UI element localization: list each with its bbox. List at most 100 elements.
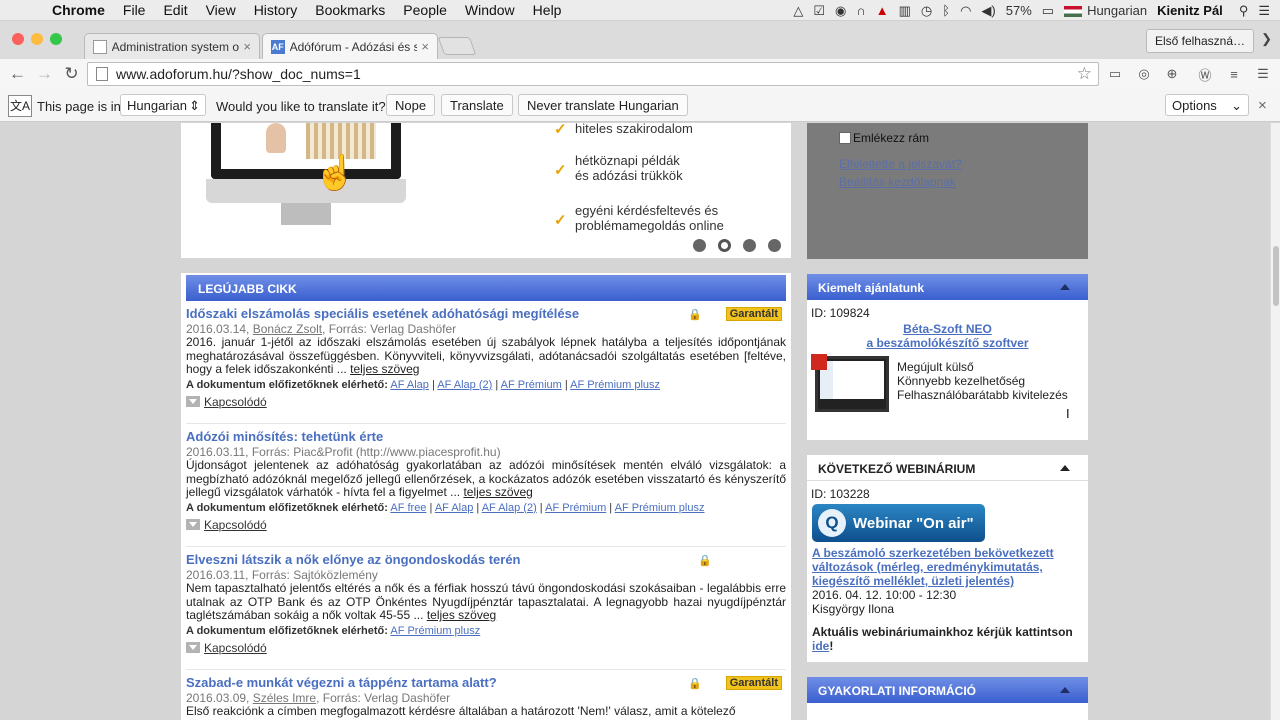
translate-button[interactable]: Translate bbox=[441, 94, 513, 116]
menu-app[interactable]: Chrome bbox=[52, 2, 105, 18]
product-promo[interactable]: Megújult külső Könnyebb kezelhetőség Fel… bbox=[807, 350, 1088, 420]
input-language[interactable]: Hungarian bbox=[1064, 3, 1147, 18]
carousel-dot-active[interactable] bbox=[718, 239, 731, 252]
extension-w-icon[interactable]: Ⓦ bbox=[1195, 64, 1215, 84]
promo-banner[interactable]: ☝ ✓ hiteles szakirodalom ✓ hétköznapi pé… bbox=[181, 123, 791, 258]
plan-link[interactable]: AF Prémium bbox=[545, 502, 606, 514]
page-scrollbar[interactable] bbox=[1270, 123, 1280, 720]
menu-file[interactable]: File bbox=[123, 2, 146, 18]
remember-checkbox[interactable] bbox=[839, 132, 851, 144]
close-translate-icon[interactable]: × bbox=[1258, 97, 1267, 114]
scrollbar-thumb[interactable] bbox=[1273, 246, 1279, 306]
volume-icon[interactable]: ◀) bbox=[981, 3, 995, 19]
featured-offer-box: Kiemelt ajánlatunk ID: 109824 Béta-Szoft… bbox=[807, 274, 1088, 440]
tab-adoforum[interactable]: AF Adófórum - Adózási és szá × bbox=[262, 33, 438, 59]
product-feature: Megújult külső bbox=[897, 360, 974, 374]
close-window-button[interactable] bbox=[12, 33, 24, 45]
plan-link[interactable]: AF Alap (2) bbox=[437, 379, 492, 391]
collapse-icon[interactable] bbox=[1060, 687, 1070, 693]
collapse-icon[interactable] bbox=[1060, 465, 1070, 471]
options-select[interactable]: Options ⌄ bbox=[1165, 94, 1249, 116]
headphones-icon[interactable]: ∩ bbox=[856, 3, 865, 18]
reload-button[interactable]: ↻ bbox=[58, 64, 85, 84]
wifi-icon[interactable]: ◠ bbox=[960, 3, 971, 19]
never-translate-button[interactable]: Never translate Hungarian bbox=[518, 94, 688, 116]
battery-stats-icon[interactable]: ▥ bbox=[899, 3, 911, 19]
remember-me[interactable]: Emlékezz rám bbox=[839, 131, 929, 145]
related-toggle[interactable]: Kapcsolódó bbox=[186, 641, 786, 655]
warning-icon[interactable]: ▲ bbox=[876, 3, 889, 18]
timemachine-icon[interactable]: ◷ bbox=[921, 3, 932, 19]
nope-button[interactable]: Nope bbox=[386, 94, 436, 116]
bluetooth-icon[interactable]: ᛒ bbox=[942, 3, 950, 18]
battery-icon[interactable]: ▭ bbox=[1042, 3, 1054, 19]
profile-button[interactable]: Első felhaszná… bbox=[1145, 29, 1254, 53]
related-toggle[interactable]: Kapcsolódó bbox=[186, 518, 786, 532]
plan-link[interactable]: AF Alap bbox=[435, 502, 474, 514]
forward-button[interactable]: → bbox=[31, 64, 58, 84]
extension-blank-icon[interactable]: ▭ bbox=[1105, 64, 1125, 84]
drive-icon[interactable]: △ bbox=[793, 3, 803, 19]
featured-link-product[interactable]: Béta-Szoft NEO bbox=[807, 322, 1088, 336]
language-select[interactable]: Hungarian ⇕ bbox=[120, 94, 206, 116]
webinar-title-link[interactable]: A beszámoló szerkezetében bekövetkezett … bbox=[807, 542, 1088, 588]
forgot-password-link[interactable]: Elfelejtette a jelszavát? bbox=[839, 157, 962, 171]
webinar-header[interactable]: KÖVETKEZŐ WEBINÁRIUM bbox=[807, 455, 1088, 481]
menu-help[interactable]: Help bbox=[533, 2, 562, 18]
plan-link[interactable]: AF free bbox=[390, 502, 426, 514]
set-homepage-link[interactable]: Beállítás kezdőlapnak bbox=[839, 175, 956, 189]
close-tab-icon[interactable]: × bbox=[421, 39, 429, 54]
plan-link[interactable]: AF Prémium bbox=[501, 379, 562, 391]
extension-layers-icon[interactable]: ≡ bbox=[1224, 64, 1244, 84]
menu-view[interactable]: View bbox=[206, 2, 236, 18]
bookmark-star-icon[interactable]: ☆ bbox=[1077, 64, 1092, 84]
plan-link[interactable]: AF Prémium plusz bbox=[615, 502, 705, 514]
article-author[interactable]: Bonácz Zsolt bbox=[253, 322, 322, 336]
plan-link[interactable]: AF Alap (2) bbox=[482, 502, 537, 514]
menu-window[interactable]: Window bbox=[465, 2, 515, 18]
webinar-here-link[interactable]: ide bbox=[812, 639, 829, 653]
article-title[interactable]: Adózói minősítés: tehetünk érte bbox=[186, 429, 786, 444]
article-author[interactable]: Széles Imre bbox=[253, 691, 316, 705]
menu-history[interactable]: History bbox=[254, 2, 298, 18]
plan-link[interactable]: AF Alap bbox=[390, 379, 429, 391]
carousel-dot[interactable] bbox=[768, 239, 781, 252]
availability: A dokumentum előfizetőknek elérhető: AF … bbox=[186, 625, 786, 637]
collapse-icon[interactable] bbox=[1060, 284, 1070, 290]
spotlight-search-icon[interactable]: ⚲ bbox=[1239, 3, 1249, 19]
featured-header[interactable]: Kiemelt ajánlatunk bbox=[807, 274, 1088, 300]
address-bar[interactable]: www.adoforum.hu/?show_doc_nums=1 ☆ bbox=[87, 62, 1099, 86]
back-button[interactable]: ← bbox=[4, 64, 31, 84]
full-text-link[interactable]: teljes szöveg bbox=[350, 362, 419, 376]
user-name[interactable]: Kienitz Pál bbox=[1157, 3, 1223, 18]
minimize-window-button[interactable] bbox=[31, 33, 43, 45]
carousel-dot[interactable] bbox=[693, 239, 706, 252]
extension-target-icon[interactable]: ◎ bbox=[1134, 64, 1154, 84]
chevron-right-icon[interactable]: ❯ bbox=[1261, 31, 1272, 47]
carousel-dot[interactable] bbox=[743, 239, 756, 252]
full-text-link[interactable]: teljes szöveg bbox=[427, 608, 496, 622]
extension-wordpress-icon[interactable]: ⊕ bbox=[1162, 64, 1182, 84]
menu-bookmarks[interactable]: Bookmarks bbox=[315, 2, 385, 18]
window-controls bbox=[12, 33, 62, 45]
close-tab-icon[interactable]: × bbox=[243, 39, 251, 54]
chrome-menu-icon[interactable]: ☰ bbox=[1253, 64, 1273, 84]
plan-link[interactable]: AF Prémium plusz bbox=[390, 625, 480, 637]
address-text[interactable]: www.adoforum.hu/?show_doc_nums=1 bbox=[116, 66, 361, 82]
menu-edit[interactable]: Edit bbox=[163, 2, 187, 18]
related-toggle[interactable]: Kapcsolódó bbox=[186, 395, 786, 409]
featured-link-desc[interactable]: a beszámolókészítő szoftver bbox=[807, 336, 1088, 350]
new-tab-button[interactable] bbox=[437, 37, 477, 55]
plan-link[interactable]: AF Prémium plusz bbox=[570, 379, 660, 391]
zoom-window-button[interactable] bbox=[50, 33, 62, 45]
record-icon[interactable]: ◉ bbox=[835, 3, 846, 19]
practical-info-header[interactable]: GYAKORLATI INFORMÁCIÓ bbox=[807, 677, 1088, 703]
webinar-on-air-button[interactable]: Q Webinar "On air" bbox=[812, 504, 985, 542]
notification-center-icon[interactable]: ☰ bbox=[1258, 3, 1270, 19]
tasks-icon[interactable]: ☑ bbox=[813, 3, 825, 19]
battery-percent[interactable]: 57% bbox=[1006, 3, 1032, 18]
full-text-link[interactable]: teljes szöveg bbox=[463, 485, 532, 499]
article-title[interactable]: Elveszni látszik a nők előnye az öngondo… bbox=[186, 552, 786, 567]
menu-people[interactable]: People bbox=[403, 2, 447, 18]
tab-administration[interactable]: Administration system of V × bbox=[84, 33, 260, 59]
